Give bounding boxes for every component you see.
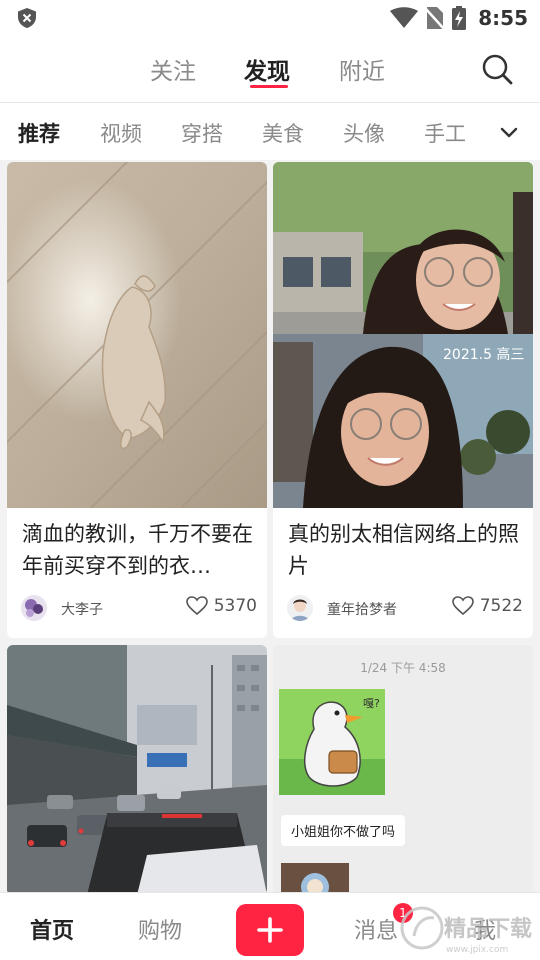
- category-bar: 推荐 视频 穿搭 美食 头像 手工: [0, 102, 540, 160]
- post-image-chat-screenshot: 1/24 下午 4:58 嘎? 小姐姐你不做了吗: [273, 645, 533, 895]
- shield-icon: [18, 8, 36, 28]
- watermark-logo: 精品下载 www.jpix.com: [400, 906, 532, 955]
- no-sim-icon: [426, 7, 445, 30]
- feed-card[interactable]: 滴血的教训，千万不要在年前买穿不到的衣… 大李子 5370: [7, 162, 267, 638]
- goose-sticker: 嘎?: [279, 689, 385, 795]
- wifi-icon: [390, 7, 419, 28]
- avatar[interactable]: [21, 595, 47, 621]
- status-bar: 8:55: [0, 0, 540, 36]
- category-recommend[interactable]: 推荐: [18, 118, 60, 148]
- heart-icon: [185, 596, 208, 616]
- sticker-text: 嘎?: [363, 697, 380, 710]
- nav-shop[interactable]: 购物: [138, 913, 182, 945]
- post-meta: 童年拾梦者 7522: [287, 595, 523, 621]
- plus-icon: [257, 917, 283, 943]
- category-handcraft[interactable]: 手工: [424, 118, 466, 148]
- like-count: 5370: [213, 596, 257, 616]
- chat-message: 小姐姐你不做了吗: [281, 815, 406, 846]
- post-image-crab-claw: [7, 162, 267, 508]
- nav-messages[interactable]: 消息: [354, 913, 398, 945]
- author-name[interactable]: 童年拾梦者: [327, 599, 397, 619]
- tab-discover[interactable]: 发现: [244, 52, 290, 86]
- feed-card[interactable]: 1/24 下午 4:58 嘎? 小姐姐你不做了吗: [273, 645, 533, 895]
- battery-icon: [452, 6, 467, 30]
- post-title: 滴血的教训，千万不要在年前买穿不到的衣…: [22, 522, 253, 578]
- avatar[interactable]: [287, 595, 313, 621]
- chevron-down-icon[interactable]: [498, 121, 520, 143]
- tab-nearby[interactable]: 附近: [339, 52, 385, 86]
- like-button[interactable]: 7522: [451, 596, 523, 616]
- chat-image-thumb: [281, 863, 349, 895]
- like-button[interactable]: 5370: [185, 596, 257, 616]
- category-outfit[interactable]: 穿搭: [181, 118, 223, 148]
- tab-follow[interactable]: 关注: [150, 52, 196, 86]
- heart-icon: [451, 596, 474, 616]
- nav-home[interactable]: 首页: [30, 913, 74, 945]
- like-count: 7522: [479, 596, 523, 616]
- clock: 8:55: [478, 6, 528, 30]
- post-image-traffic: [7, 645, 267, 895]
- feed-card[interactable]: 2021.5 高三 真的别太相信网络上的照片 童年拾梦者 7522: [273, 162, 533, 638]
- post-title: 真的别太相信网络上的照片: [288, 522, 519, 578]
- category-video[interactable]: 视频: [100, 118, 142, 148]
- top-nav: 关注 发现 附近: [0, 36, 540, 102]
- chat-timestamp: 1/24 下午 4:58: [360, 661, 446, 675]
- active-tab-indicator: [250, 85, 288, 88]
- publish-button[interactable]: [236, 904, 304, 956]
- watermark-text: 精品下载: [444, 916, 532, 942]
- search-icon[interactable]: [480, 52, 514, 86]
- author-name[interactable]: 大李子: [61, 599, 103, 619]
- post-meta: 大李子 5370: [21, 595, 257, 621]
- category-avatar[interactable]: 头像: [343, 118, 385, 148]
- watermark-url: www.jpix.com: [446, 945, 508, 955]
- feed-card[interactable]: [7, 645, 267, 895]
- image-caption: 2021.5 高三: [443, 346, 524, 363]
- category-food[interactable]: 美食: [262, 118, 304, 148]
- post-image-portraits: 2021.5 高三: [273, 162, 533, 508]
